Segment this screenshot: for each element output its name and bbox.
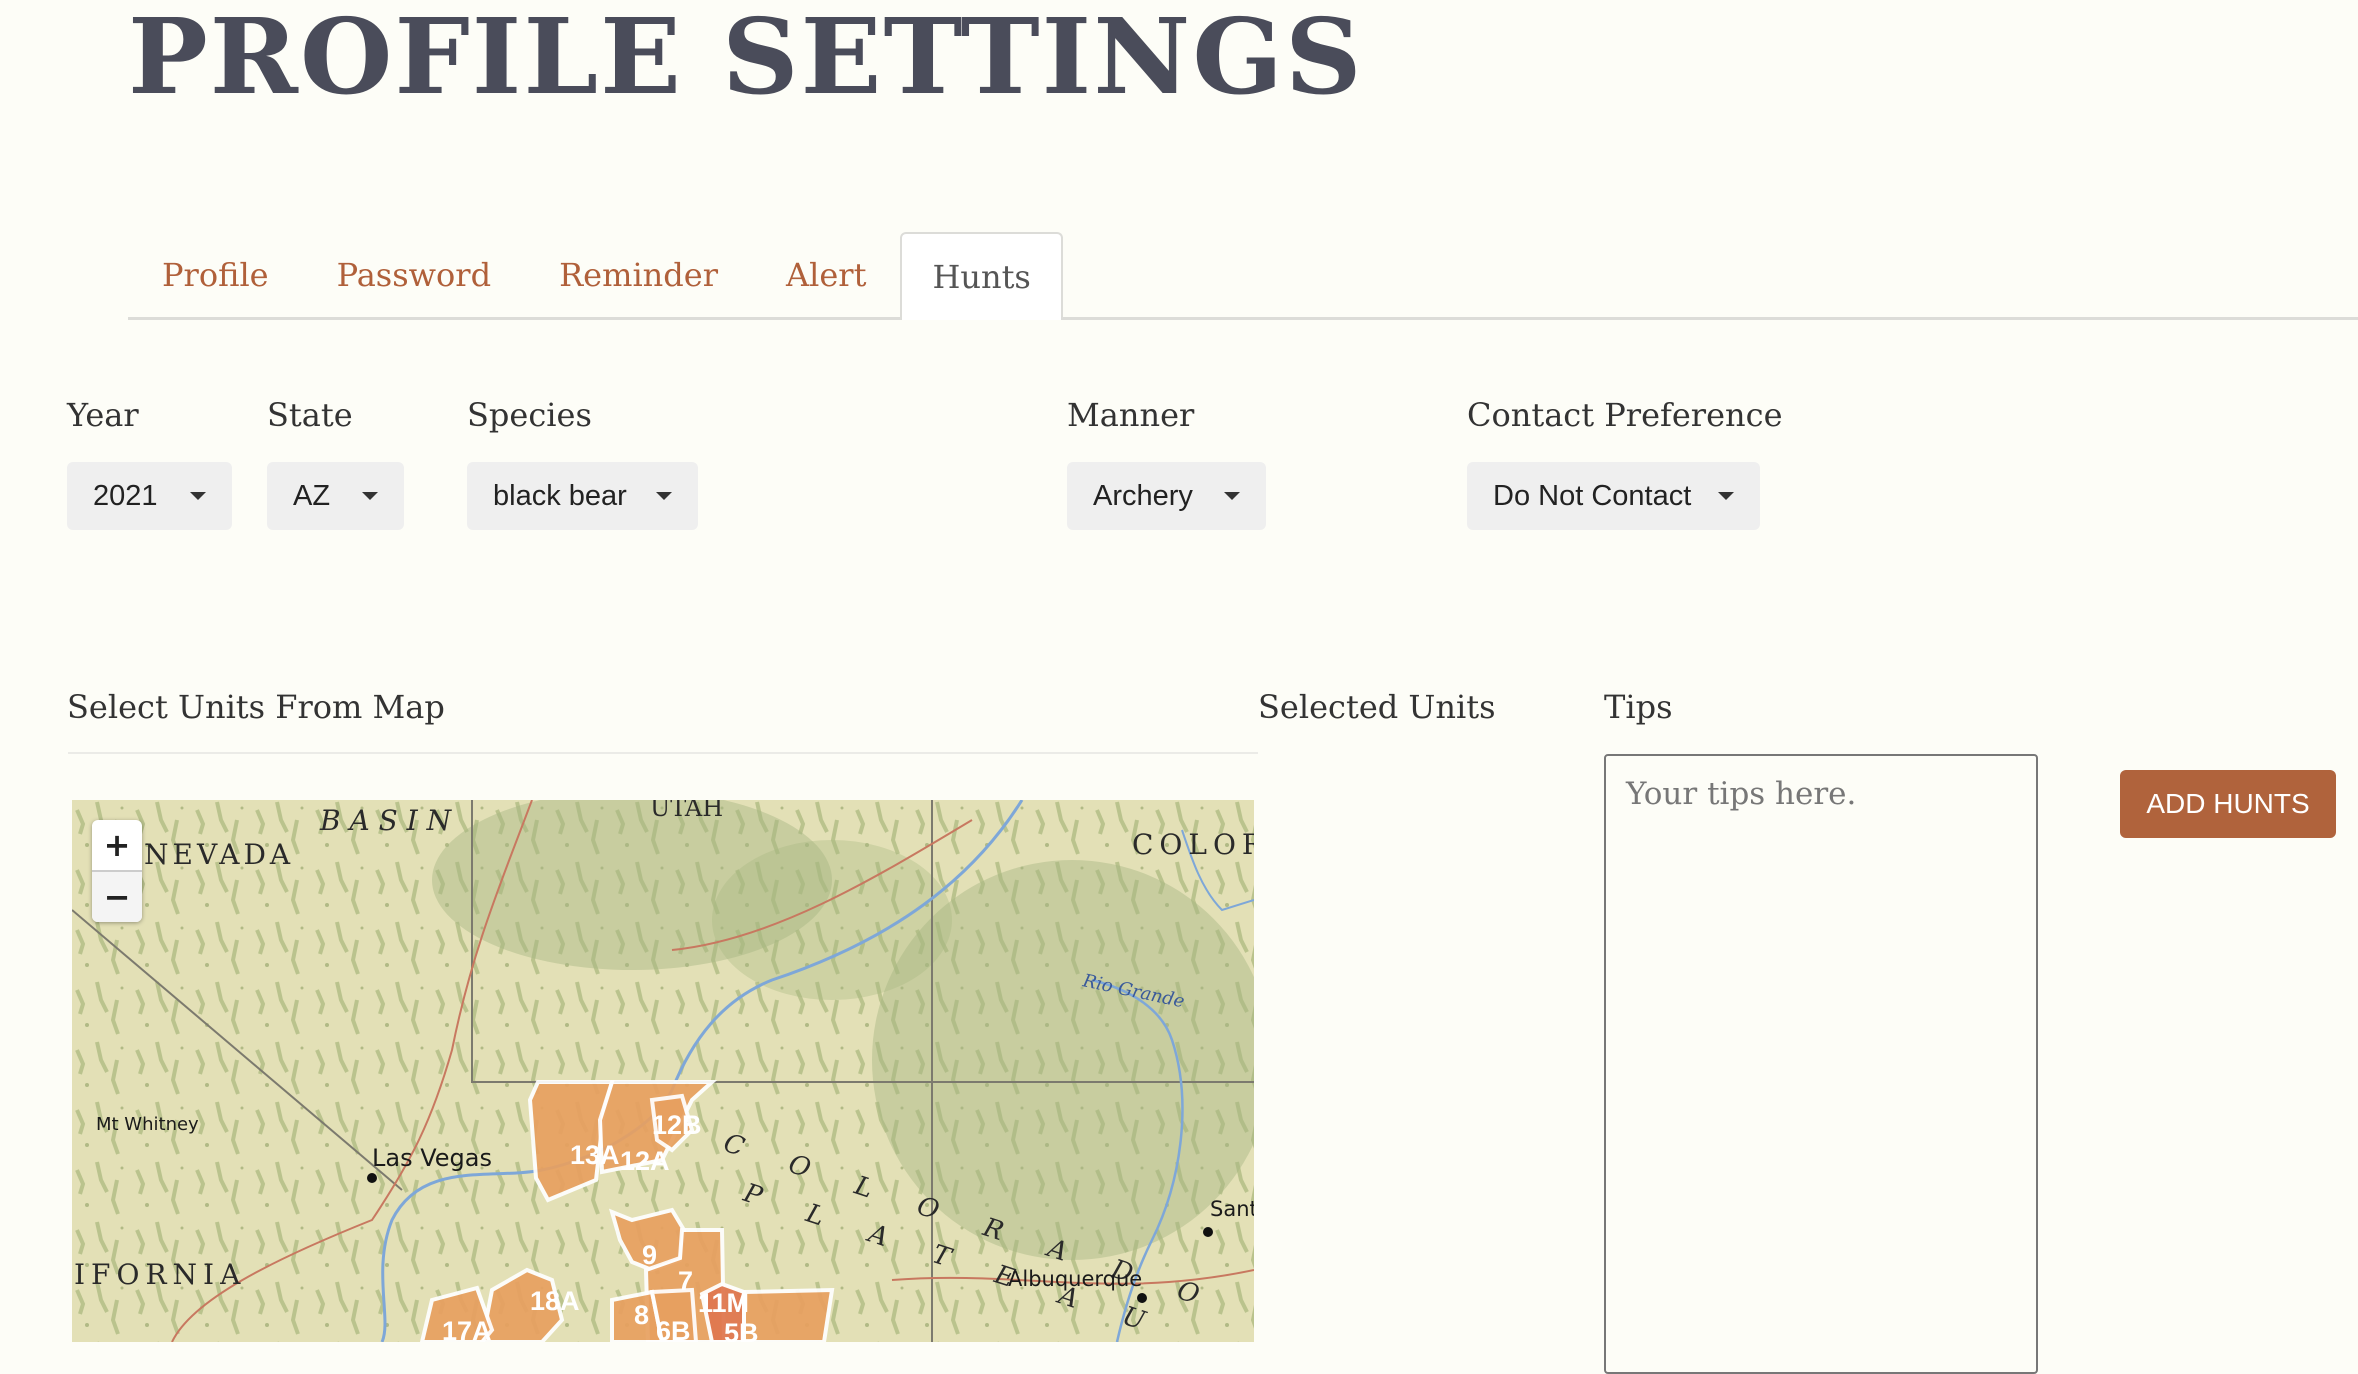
zoom-in-button[interactable]: + <box>92 820 142 872</box>
contact-preference-select[interactable]: Do Not Contact <box>1467 462 1760 530</box>
map-zoom-control: + − <box>92 820 142 922</box>
city-marker <box>1203 1227 1213 1237</box>
tab-reminder[interactable]: Reminder <box>525 233 752 317</box>
map-label-colorado: COLOR <box>1132 828 1254 861</box>
terrain-highlands <box>712 840 952 1000</box>
map-label-nevada: NEVADA <box>144 838 294 871</box>
caret-down-icon <box>1718 492 1734 500</box>
divider <box>68 752 1258 754</box>
page-title: PROFILE SETTINGS <box>128 0 1364 118</box>
unit-label: 18A <box>530 1286 580 1316</box>
unit-label: 8 <box>634 1300 649 1330</box>
place-albuquerque: Albuquerque <box>1008 1267 1142 1291</box>
add-hunts-button[interactable]: ADD HUNTS <box>2120 770 2336 838</box>
selected-units-list <box>1258 760 1558 1160</box>
caret-down-icon <box>656 492 672 500</box>
manner-select[interactable]: Archery <box>1067 462 1266 530</box>
state-select[interactable]: AZ <box>267 462 404 530</box>
contact-preference-label: Contact Preference <box>1467 396 1783 434</box>
place-mt-whitney: Mt Whitney <box>96 1114 199 1135</box>
state-label: State <box>267 396 353 434</box>
unit-map[interactable]: B A S I N NEVADA UTAH COLOR IFORNIA C O … <box>72 800 1254 1342</box>
unit-label: 5B <box>724 1318 759 1342</box>
tab-alert[interactable]: Alert <box>752 233 900 317</box>
settings-tabs: Profile Password Reminder Alert Hunts <box>128 230 2358 320</box>
place-las-vegas: Las Vegas <box>372 1144 492 1172</box>
year-label: Year <box>67 396 139 434</box>
species-label: Species <box>467 396 592 434</box>
place-santa-fe: Sant <box>1210 1197 1254 1221</box>
map-label-basin: B A S I N <box>319 804 453 837</box>
tips-textarea[interactable] <box>1604 754 2038 1374</box>
city-marker <box>1137 1293 1147 1303</box>
unit-label: 17A <box>442 1316 492 1342</box>
caret-down-icon <box>190 492 206 500</box>
unit-label: 7 <box>678 1266 693 1296</box>
year-select[interactable]: 2021 <box>67 462 232 530</box>
unit-label: 11M <box>698 1288 749 1318</box>
unit-label: 6B <box>656 1316 691 1342</box>
manner-label: Manner <box>1067 396 1195 434</box>
tips-label: Tips <box>1604 688 1673 726</box>
selected-units-label: Selected Units <box>1258 688 1496 726</box>
select-units-label: Select Units From Map <box>67 688 445 726</box>
unit-label: 12A <box>620 1146 670 1176</box>
zoom-out-button[interactable]: − <box>92 872 142 922</box>
map-tiles: B A S I N NEVADA UTAH COLOR IFORNIA C O … <box>72 800 1254 1342</box>
unit-label: 9 <box>642 1240 657 1270</box>
tab-profile[interactable]: Profile <box>128 233 303 317</box>
species-select[interactable]: black bear <box>467 462 698 530</box>
tab-hunts[interactable]: Hunts <box>900 232 1063 320</box>
city-marker <box>367 1173 377 1183</box>
map-label-utah: UTAH <box>650 800 723 822</box>
map-label-california: IFORNIA <box>74 1258 246 1291</box>
caret-down-icon <box>1224 492 1240 500</box>
species-value: black bear <box>493 479 627 512</box>
caret-down-icon <box>362 492 378 500</box>
year-value: 2021 <box>93 479 158 512</box>
unit-label: 12B <box>652 1110 702 1140</box>
unit-label: 13A <box>570 1140 620 1170</box>
state-value: AZ <box>293 479 331 512</box>
manner-value: Archery <box>1093 479 1193 512</box>
tab-password[interactable]: Password <box>303 233 525 317</box>
contact-preference-value: Do Not Contact <box>1493 479 1692 512</box>
